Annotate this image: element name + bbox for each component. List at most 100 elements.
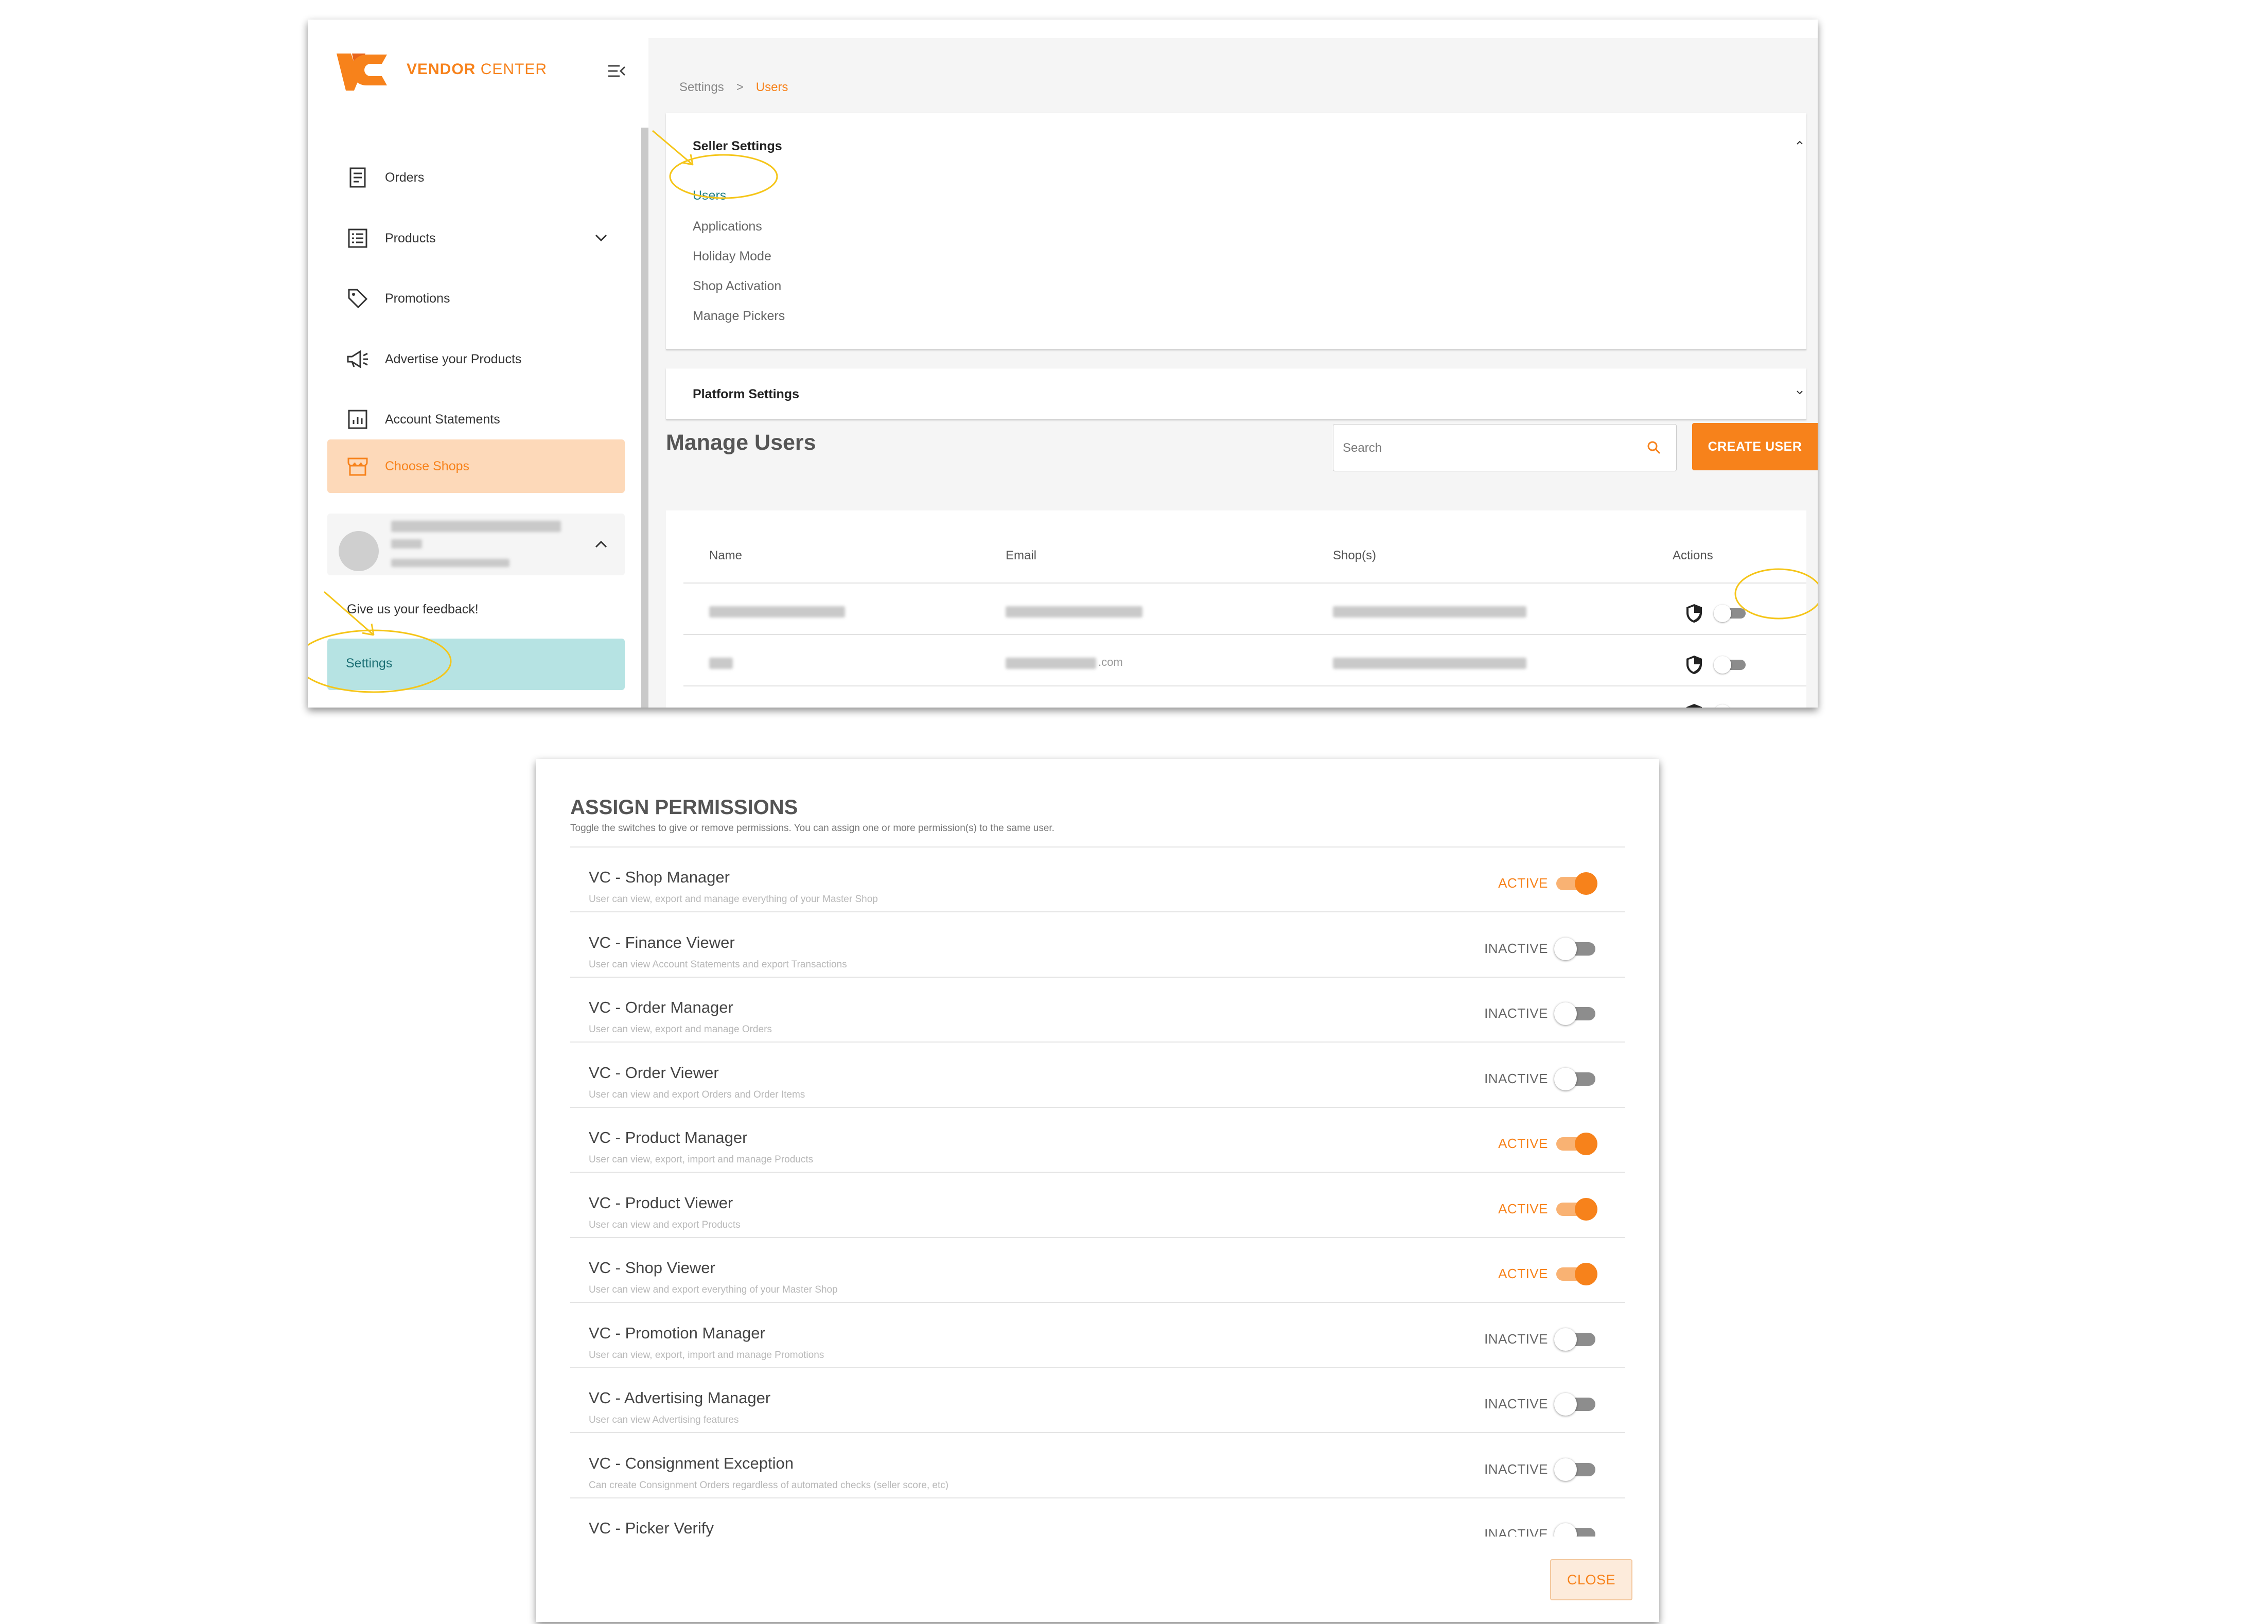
breadcrumb: Settings > Users xyxy=(679,80,788,94)
permission-name: VC - Consignment Exception xyxy=(589,1454,794,1472)
feedback-link[interactable]: Give us your feedback! xyxy=(347,602,479,617)
permission-row: VC - Shop Viewer User can view and export… xyxy=(570,1238,1625,1303)
permission-description: User can view and export Orders and Orde… xyxy=(589,1089,805,1100)
permission-row: VC - Advertising Manager User can view Ad… xyxy=(570,1368,1625,1433)
user-active-toggle[interactable] xyxy=(1714,656,1746,674)
permission-status: INACTIVE xyxy=(1484,1070,1548,1086)
list-icon xyxy=(344,228,372,248)
permission-status: INACTIVE xyxy=(1484,1461,1548,1477)
permission-row: VC - Picker Verify INACTIVE xyxy=(570,1498,1625,1537)
shield-permissions-icon[interactable] xyxy=(1685,703,1703,708)
chevron-up-icon[interactable] xyxy=(1796,139,1803,146)
vendor-center-logo xyxy=(337,54,387,91)
sidebar-item-label: Orders xyxy=(385,170,425,185)
platform-settings-panel[interactable]: Platform Settings xyxy=(666,368,1806,420)
permission-name: VC - Shop Manager xyxy=(589,868,730,886)
search-input[interactable]: Search xyxy=(1333,424,1677,471)
choose-shops-button[interactable]: Choose Shops xyxy=(327,439,625,493)
permission-name: VC - Promotion Manager xyxy=(589,1323,765,1342)
permission-description: User can view, export, import and manage… xyxy=(589,1154,814,1165)
permission-toggle[interactable] xyxy=(1554,1393,1597,1416)
dialog-title: ASSIGN PERMISSIONS xyxy=(570,796,798,819)
permission-description: User can view, export and manage Orders xyxy=(589,1024,772,1035)
settings-link-users[interactable]: Users xyxy=(693,188,726,203)
shield-permissions-icon[interactable] xyxy=(1685,603,1703,624)
sidebar: VENDOR CENTER Orders Products Promotions xyxy=(308,20,642,708)
user-row-actions xyxy=(1685,655,1746,675)
settings-label: Settings xyxy=(346,656,393,670)
permission-toggle[interactable] xyxy=(1554,1523,1597,1537)
permission-description: User can view, export, import and manage… xyxy=(589,1349,824,1361)
user-active-toggle[interactable] xyxy=(1714,704,1746,708)
settings-link-applications[interactable]: Applications xyxy=(693,219,762,234)
sidebar-item-account-statements[interactable]: Account Statements xyxy=(327,401,625,437)
sidebar-item-label: Promotions xyxy=(385,291,450,306)
permission-description: User can view Account Statements and exp… xyxy=(589,959,847,970)
permission-row: VC - Shop Manager User can view, export a… xyxy=(570,848,1625,912)
breadcrumb-users: Users xyxy=(755,80,788,94)
user-row-actions xyxy=(1685,603,1746,624)
permission-toggle[interactable] xyxy=(1554,1133,1597,1155)
permission-toggle[interactable] xyxy=(1554,872,1597,895)
sidebar-item-advertise[interactable]: Advertise your Products xyxy=(327,341,625,377)
permission-name: VC - Order Manager xyxy=(589,998,733,1016)
permission-status: ACTIVE xyxy=(1498,1266,1548,1281)
permission-description: User can view, export and manage everyth… xyxy=(589,894,878,905)
chevron-up-icon[interactable] xyxy=(593,536,609,553)
sidebar-item-promotions[interactable]: Promotions xyxy=(327,280,625,316)
search-icon[interactable] xyxy=(1646,440,1662,455)
create-user-button[interactable]: CREATE USER xyxy=(1692,423,1818,470)
permission-name: VC - Shop Viewer xyxy=(589,1259,715,1277)
collapse-menu-icon[interactable] xyxy=(606,61,627,81)
permission-status: INACTIVE xyxy=(1484,1005,1548,1021)
settings-link-manage-pickers[interactable]: Manage Pickers xyxy=(693,309,785,324)
redacted-account-name xyxy=(391,521,561,532)
permission-toggle[interactable] xyxy=(1554,1263,1597,1285)
shield-permissions-icon[interactable] xyxy=(1685,655,1703,675)
permission-status: INACTIVE xyxy=(1484,1331,1548,1347)
store-icon xyxy=(344,456,372,476)
permission-toggle[interactable] xyxy=(1554,937,1597,960)
chevron-down-icon[interactable] xyxy=(1796,389,1803,396)
permission-name: VC - Picker Verify xyxy=(589,1519,714,1537)
user-active-toggle[interactable] xyxy=(1714,605,1746,622)
users-settings-screenshot: VENDOR CENTER Orders Products Promotions xyxy=(308,20,1818,708)
sidebar-item-settings[interactable]: Settings xyxy=(327,639,625,690)
permission-toggle[interactable] xyxy=(1554,1002,1597,1025)
redacted-user-name xyxy=(709,606,845,617)
sidebar-scrollbar[interactable] xyxy=(641,128,648,708)
permission-name: VC - Advertising Manager xyxy=(589,1389,771,1407)
account-switcher[interactable] xyxy=(327,514,625,575)
settings-link-holiday-mode[interactable]: Holiday Mode xyxy=(693,249,771,264)
user-row-actions xyxy=(1685,703,1746,708)
column-header-name: Name xyxy=(709,549,743,562)
redacted-account-detail xyxy=(391,539,422,549)
permission-toggle[interactable] xyxy=(1554,1067,1597,1090)
sidebar-item-label: Products xyxy=(385,231,436,245)
receipt-icon xyxy=(344,167,372,188)
permission-status: INACTIVE xyxy=(1484,1396,1548,1411)
permission-status: ACTIVE xyxy=(1498,1136,1548,1151)
permission-row: VC - Consignment Exception Can create Con… xyxy=(570,1434,1625,1498)
permission-toggle[interactable] xyxy=(1554,1197,1597,1221)
sidebar-item-orders[interactable]: Orders xyxy=(327,160,625,196)
breadcrumb-settings[interactable]: Settings xyxy=(679,80,724,94)
permission-name: VC - Product Viewer xyxy=(589,1193,733,1212)
permission-row: VC - Order Viewer User can view and expor… xyxy=(570,1043,1625,1108)
settings-link-shop-activation[interactable]: Shop Activation xyxy=(693,279,781,294)
page-title: Manage Users xyxy=(666,430,816,455)
permission-toggle[interactable] xyxy=(1554,1328,1597,1351)
permission-toggle[interactable] xyxy=(1554,1458,1597,1481)
divider xyxy=(683,634,1806,635)
avatar xyxy=(339,531,379,571)
permission-row: VC - Product Viewer User can view and exp… xyxy=(570,1173,1625,1238)
close-button[interactable]: CLOSE xyxy=(1550,1559,1632,1600)
sidebar-item-products[interactable]: Products xyxy=(327,220,625,256)
user-email-suffix: .com xyxy=(1098,656,1123,668)
permission-row: VC - Promotion Manager User can view, exp… xyxy=(570,1303,1625,1368)
platform-settings-title: Platform Settings xyxy=(693,387,799,401)
redacted-user-name xyxy=(709,658,733,669)
seller-settings-title[interactable]: Seller Settings xyxy=(693,139,782,154)
permission-status: INACTIVE xyxy=(1484,1526,1548,1537)
chevron-down-icon[interactable] xyxy=(593,230,609,246)
